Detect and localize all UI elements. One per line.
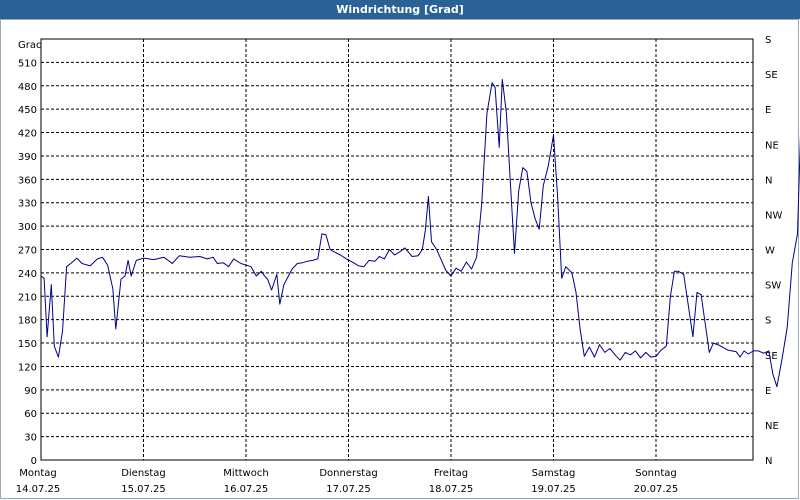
x-tick-weekday: Freitag	[434, 468, 468, 479]
x-tick-weekday: Mittwoch	[223, 468, 268, 479]
y2-tick-label: N	[765, 456, 772, 467]
y2-tick-label: NW	[765, 210, 782, 221]
y-tick-label: 0	[31, 456, 37, 467]
y-tick-label: 480	[18, 82, 37, 93]
y2-axis-ticks: N NE E SE S SW W NW N NE E SE S	[765, 35, 782, 467]
y-tick-label: 270	[18, 246, 37, 257]
x-tick-weekday: Samstag	[532, 468, 576, 479]
y-tick-label: 390	[18, 152, 37, 163]
x-tick-date: 18.07.25	[429, 484, 474, 495]
y-tick-label: 60	[24, 409, 37, 420]
y-tick-label: 300	[18, 222, 37, 233]
wind-direction-chart: Grad 0 30 60 90 120 150 180 210 240 270 300 330 360 3…	[16, 35, 800, 495]
y-tick-label: 210	[18, 292, 37, 303]
x-tick-weekday: Donnerstag	[319, 468, 377, 479]
y-tick-label: 180	[18, 316, 37, 327]
y2-tick-label: E	[765, 386, 771, 397]
y2-tick-label: SE	[765, 70, 778, 81]
y-tick-label: 330	[18, 199, 37, 210]
y-tick-label: 150	[18, 339, 37, 350]
data-series	[40, 79, 800, 388]
x-tick-date: 15.07.25	[121, 484, 166, 495]
y2-tick-label: NE	[765, 421, 779, 432]
y-tick-label: 30	[24, 433, 37, 444]
y-tick-label: 450	[18, 105, 37, 116]
y-axis-ticks: 0 30 60 90 120 150 180 210 240 270 300 330 360 390 420…	[18, 58, 37, 467]
x-tick-weekday: Montag	[19, 468, 56, 479]
x-axis-ticks: Montag 14.07.25 Dienstag 15.07.25 Mittwoch 16…	[16, 468, 679, 495]
y-tick-label: 120	[18, 362, 37, 373]
x-tick-date: 16.07.25	[224, 484, 269, 495]
y2-tick-label: E	[765, 105, 771, 116]
y2-tick-label: NE	[765, 140, 779, 151]
x-tick-date: 17.07.25	[326, 484, 371, 495]
y-tick-label: 240	[18, 269, 37, 280]
grid-lines	[41, 39, 753, 460]
x-tick-date: 20.07.25	[634, 484, 679, 495]
y2-tick-label: W	[765, 246, 775, 257]
y2-tick-label: SE	[765, 351, 778, 362]
x-tick-date: 14.07.25	[16, 484, 61, 495]
y-tick-label: 360	[18, 175, 37, 186]
x-tick-date: 19.07.25	[531, 484, 576, 495]
y-tick-label: 510	[18, 58, 37, 69]
y2-tick-label: S	[765, 316, 771, 327]
y-tick-label: 420	[18, 129, 37, 140]
series-line	[40, 79, 800, 388]
y2-tick-label: N	[765, 175, 772, 186]
y-axis-label: Grad	[18, 40, 42, 51]
y-tick-label: 90	[24, 386, 37, 397]
x-tick-weekday: Dienstag	[121, 468, 166, 479]
y2-tick-label: S	[765, 35, 771, 46]
x-tick-weekday: Sonntag	[635, 468, 677, 479]
y2-tick-label: SW	[765, 281, 781, 292]
